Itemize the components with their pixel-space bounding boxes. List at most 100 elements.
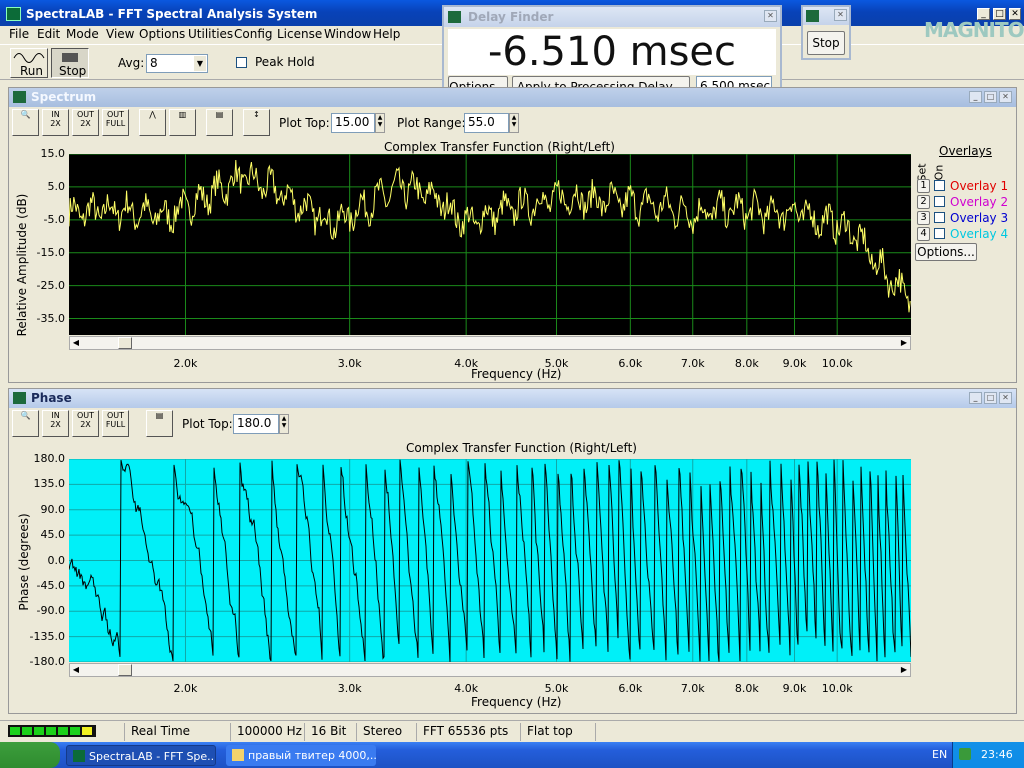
y-tick-label: 180.0 (33, 452, 66, 465)
phase-plot-area[interactable] (69, 459, 911, 662)
start-button[interactable] (0, 742, 60, 768)
menu-file[interactable]: File (9, 27, 29, 41)
scroll-thumb[interactable] (118, 337, 132, 349)
peak-hold-checkbox[interactable] (236, 57, 247, 68)
menu-utilities[interactable]: Utilities (188, 27, 233, 41)
taskbar-spectralab[interactable]: SpectraLAB - FFT Spe... (66, 745, 216, 766)
menu-config[interactable]: Config (234, 27, 273, 41)
sine-wave-icon (13, 53, 45, 63)
phase-plot-top-input[interactable]: 180.0 (233, 414, 279, 434)
phase-horizontal-scrollbar[interactable]: ◀ ▶ (69, 663, 911, 677)
spectrum-plot-top-spinner[interactable]: ▲ ▼ (375, 113, 385, 133)
phase-zoom-out-full-icon[interactable]: OUT FULL (102, 410, 129, 437)
plot-range-spinner[interactable]: ▲ ▼ (509, 113, 519, 133)
zoom-out-2x-icon[interactable]: OUT 2X (72, 109, 99, 136)
status-mode: Real Time (124, 723, 230, 741)
spectrum-plot-top-input[interactable]: 15.00 (331, 113, 375, 133)
phase-plot-top-spinner[interactable]: ▲ ▼ (279, 414, 289, 434)
phase-panel: Phase _ □ ✕ 🔍 IN 2X OUT 2X OUT FULL ▤ Plot … (8, 388, 1017, 714)
tray-network-icon[interactable] (959, 748, 971, 760)
status-bar: Real Time 100000 Hz 16 Bit Stereo FFT 65… (0, 720, 1024, 742)
x-tick-label: 4.0k (454, 682, 479, 695)
taskbar-document[interactable]: правый твитер 4000,... (226, 745, 376, 766)
run-label: Run (20, 64, 44, 78)
phase-window-icon (13, 392, 26, 404)
spectrum-close-icon[interactable]: ✕ (999, 91, 1012, 103)
spectrum-plot-area[interactable] (69, 154, 911, 335)
spectrum-window-icon (13, 91, 26, 103)
phase-zoom-in-2x-icon[interactable]: IN 2X (42, 410, 69, 437)
chevron-down-icon[interactable]: ▼ (194, 56, 206, 71)
system-tray: 23:46 (952, 742, 1024, 768)
spectrum-x-axis-label: Frequency (Hz) (471, 367, 562, 381)
plot-range-input[interactable]: 55.0 (464, 113, 509, 133)
run-button[interactable]: Run (10, 48, 48, 78)
overlay-options-button[interactable]: Options... (915, 243, 977, 261)
menu-license[interactable]: License (277, 27, 322, 41)
phase-minimize-icon[interactable]: _ (969, 392, 982, 404)
spectralab-task-icon (73, 750, 85, 762)
spectrum-minimize-icon[interactable]: _ (969, 91, 982, 103)
spectrum-horizontal-scrollbar[interactable]: ◀ ▶ (69, 336, 911, 350)
taskbar-spectralab-label: SpectraLAB - FFT Spe... (89, 750, 216, 763)
phase-scroll-thumb[interactable] (118, 664, 132, 676)
zoom-in-2x-icon[interactable]: IN 2X (42, 109, 69, 136)
y-tick-label: -25.0 (36, 278, 65, 292)
display-properties-icon[interactable]: ▤ (206, 109, 233, 136)
y-tick-label: -35.0 (36, 311, 65, 325)
auto-scale-icon[interactable]: ↕ (243, 109, 270, 136)
y-tick-label: 90.0 (40, 502, 66, 516)
avg-select[interactable]: 8 ▼ (146, 54, 208, 73)
x-tick-label: 10.0k (821, 357, 853, 370)
language-indicator[interactable]: EN (932, 748, 947, 761)
spectrum-restore-icon[interactable]: □ (984, 91, 997, 103)
magnitola-watermark: MAGNITOLA (924, 18, 1024, 42)
avg-value: 8 (150, 56, 158, 70)
mini-close-icon[interactable]: ✕ (834, 9, 847, 21)
menu-window[interactable]: Window (324, 27, 371, 41)
overlay-set-button-2[interactable]: 2 (917, 195, 930, 209)
y-tick-label: -5.0 (43, 212, 65, 226)
bar-plot-icon[interactable]: ▥ (169, 109, 196, 136)
line-plot-icon[interactable]: ⋀ (139, 109, 166, 136)
phase-restore-icon[interactable]: □ (984, 392, 997, 404)
scroll-right-icon[interactable]: ▶ (898, 337, 910, 349)
overlay-on-checkbox-1[interactable] (934, 180, 945, 191)
menu-view[interactable]: View (106, 27, 134, 41)
y-tick-label: -45.0 (36, 578, 65, 592)
phase-x-axis-label: Frequency (Hz) (471, 695, 562, 709)
x-tick-label: 9.0k (782, 682, 807, 695)
overlay-label-2: Overlay 2 (950, 195, 1009, 209)
zoom-out-full-icon[interactable]: OUT FULL (102, 109, 129, 136)
menu-help[interactable]: Help (373, 27, 400, 41)
mini-stop-button[interactable]: Stop (807, 31, 845, 55)
delay-finder-close-icon[interactable]: ✕ (764, 10, 777, 22)
stop-button[interactable]: Stop (51, 48, 89, 78)
phase-scroll-right-icon[interactable]: ▶ (898, 664, 910, 676)
overlay-on-checkbox-2[interactable] (934, 196, 945, 207)
y-tick-label: 45.0 (40, 528, 66, 542)
spectrum-title: Spectrum (31, 90, 97, 104)
x-tick-label: 3.0k (337, 682, 362, 695)
menu-mode[interactable]: Mode (66, 27, 99, 41)
overlay-set-button-1[interactable]: 1 (917, 179, 930, 193)
phase-display-properties-icon[interactable]: ▤ (146, 410, 173, 437)
overlay-on-checkbox-3[interactable] (934, 212, 945, 223)
menu-edit[interactable]: Edit (37, 27, 60, 41)
overlay-on-checkbox-4[interactable] (934, 228, 945, 239)
phase-zoom-icon[interactable]: 🔍 (12, 410, 39, 437)
overlay-set-button-3[interactable]: 3 (917, 211, 930, 225)
phase-scroll-left-icon[interactable]: ◀ (70, 664, 82, 676)
overlay-set-button-4[interactable]: 4 (917, 227, 930, 241)
phase-zoom-out-2x-icon[interactable]: OUT 2X (72, 410, 99, 437)
y-tick-label: 5.0 (47, 179, 66, 193)
menu-options[interactable]: Options (139, 27, 185, 41)
overlay-label-1: Overlay 1 (950, 179, 1009, 193)
phase-close-icon[interactable]: ✕ (999, 392, 1012, 404)
delay-finder-icon (448, 11, 461, 23)
spectrum-panel: Spectrum _ □ ✕ 🔍 IN 2X OUT 2X OUT FULL ⋀ ▥ … (8, 87, 1017, 383)
phase-title: Phase (31, 391, 72, 405)
scroll-left-icon[interactable]: ◀ (70, 337, 82, 349)
status-fft-size: FFT 65536 pts (416, 723, 520, 741)
zoom-icon[interactable]: 🔍 (12, 109, 39, 136)
